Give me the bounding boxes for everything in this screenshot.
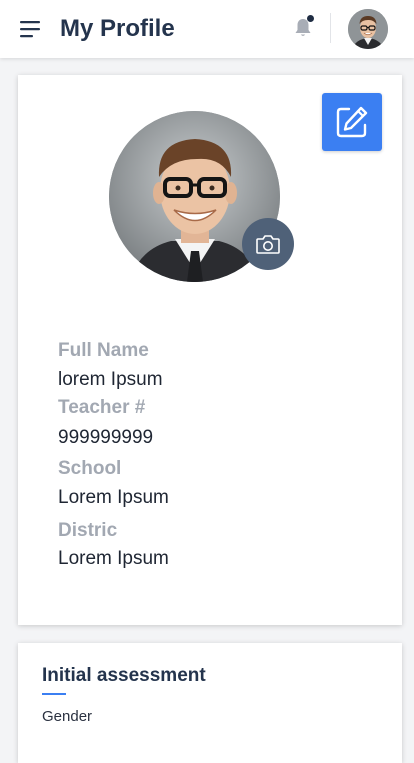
edit-profile-button[interactable] <box>322 93 382 151</box>
gender-label: Gender <box>42 708 93 725</box>
assessment-card: Initial assessment Gender <box>18 643 402 763</box>
hamburger-menu-icon <box>20 21 40 38</box>
full-name-value: lorem Ipsum <box>58 369 163 390</box>
district-value: Lorem Ipsum <box>58 548 169 569</box>
page-title: My Profile <box>60 15 175 42</box>
header-divider <box>330 13 331 43</box>
assessment-title: Initial assessment <box>42 665 206 686</box>
district-label: Distric <box>58 520 118 541</box>
pencil-square-icon <box>336 106 368 138</box>
user-avatar[interactable] <box>348 9 388 49</box>
title-underline <box>42 693 66 695</box>
change-photo-button[interactable] <box>242 218 294 270</box>
school-value: Lorem Ipsum <box>58 487 169 508</box>
teacher-number-value: 999999999 <box>58 427 154 448</box>
app-header: My Profile <box>0 0 414 58</box>
school-label: School <box>58 458 122 479</box>
notifications-button[interactable] <box>288 12 318 44</box>
profile-card: Full Name lorem Ipsum Teacher # 99999999… <box>18 75 402 625</box>
camera-icon <box>256 235 280 254</box>
teacher-number-label: Teacher # <box>58 397 146 418</box>
menu-button[interactable] <box>14 14 46 44</box>
avatar-image <box>348 9 388 49</box>
full-name-label: Full Name <box>58 340 149 361</box>
notification-badge <box>307 15 314 22</box>
